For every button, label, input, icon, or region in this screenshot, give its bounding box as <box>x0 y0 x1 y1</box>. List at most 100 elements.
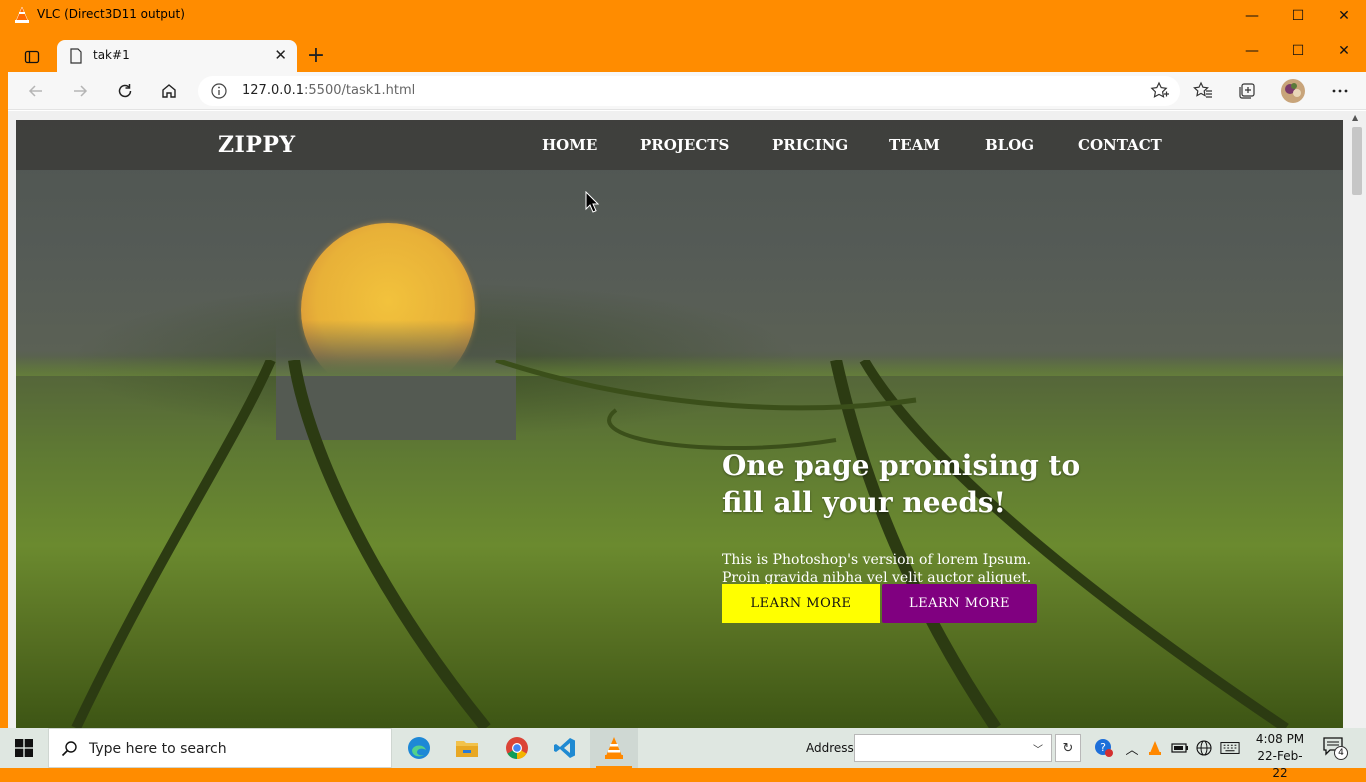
nav-blog[interactable]: BLOG <box>985 136 1034 154</box>
help-tray-icon[interactable]: ? <box>1094 738 1114 758</box>
address-bar[interactable]: 127.0.0.1:5500/task1.html <box>198 76 1180 106</box>
globe-icon <box>1196 740 1212 756</box>
maximize-icon: ☐ <box>1291 7 1305 24</box>
taskbar-address-label: Address <box>806 741 854 755</box>
taskbar-vscode[interactable] <box>541 728 589 768</box>
settings-more-button[interactable] <box>1326 77 1354 105</box>
keyboard-tray-icon[interactable] <box>1220 738 1240 758</box>
chevron-down-icon[interactable]: ﹀ <box>1033 741 1043 756</box>
taskbar-chrome[interactable] <box>493 728 541 768</box>
close-icon: ✕ <box>1338 43 1350 59</box>
vlc-close-button[interactable]: ✕ <box>1321 0 1366 31</box>
browser-toolbar: 127.0.0.1:5500/task1.html <box>8 72 1366 110</box>
windows-logo-icon <box>15 739 33 757</box>
new-tab-button[interactable]: + <box>304 43 328 68</box>
vscode-icon <box>554 738 575 758</box>
tab-strip: tak#1 ✕ + — ☐ ✕ <box>8 31 1366 72</box>
avatar <box>1281 79 1305 103</box>
action-center-button[interactable]: 4 <box>1322 736 1348 760</box>
home-button[interactable] <box>155 77 183 105</box>
field-tracks-image <box>71 360 1289 728</box>
taskbar-address-input[interactable]: ﹀ <box>854 734 1052 762</box>
vlc-logo-icon <box>15 6 29 23</box>
tab-task1[interactable]: tak#1 ✕ <box>57 40 297 72</box>
taskbar-file-explorer[interactable] <box>443 728 491 768</box>
chrome-icon <box>506 737 528 759</box>
browser-maximize-button[interactable]: ☐ <box>1275 37 1321 65</box>
nav-home[interactable]: HOME <box>542 136 597 154</box>
site-logo[interactable]: ZIPPY <box>218 132 296 158</box>
folder-icon <box>456 741 478 757</box>
taskbar-search[interactable]: Type here to search <box>48 728 392 768</box>
vlc-cone-icon <box>605 737 623 759</box>
tab-label: tak#1 <box>93 48 130 62</box>
battery-tray-icon[interactable] <box>1170 738 1190 758</box>
network-tray-icon[interactable] <box>1194 738 1214 758</box>
taskbar-clock[interactable]: 4:08 PM 22-Feb-22 <box>1250 731 1310 782</box>
taskbar-vlc[interactable] <box>590 728 638 768</box>
vlc-window-title: VLC (Direct3D11 output) <box>37 7 185 21</box>
refresh-button[interactable] <box>111 77 139 105</box>
forward-button[interactable] <box>66 77 94 105</box>
add-favorite-icon[interactable] <box>1150 81 1170 101</box>
browser-close-button[interactable]: ✕ <box>1321 37 1366 65</box>
vlc-maximize-button[interactable]: ☐ <box>1275 0 1321 31</box>
clock-time: 4:08 PM <box>1255 732 1305 746</box>
home-icon <box>162 84 176 98</box>
zippy-page: ZIPPY HOME PROJECTS PRICING TEAM BLOG CO… <box>16 120 1343 728</box>
keyboard-icon <box>1220 742 1240 754</box>
minimize-icon: — <box>1245 7 1259 24</box>
tab-actions-icon <box>24 50 40 64</box>
url-text[interactable]: 127.0.0.1:5500/task1.html <box>242 83 415 98</box>
search-placeholder: Type here to search <box>89 741 227 757</box>
more-dots-icon <box>1332 89 1348 93</box>
page-icon <box>70 48 82 64</box>
browser-minimize-button[interactable]: — <box>1229 37 1275 65</box>
help-icon: ? <box>1095 739 1113 757</box>
vlc-title-bar: VLC (Direct3D11 output) — ☐ ✕ <box>0 0 1366 31</box>
nav-team[interactable]: TEAM <box>889 136 940 154</box>
show-hidden-icons[interactable]: ︿ <box>1122 738 1142 758</box>
battery-icon <box>1171 743 1188 753</box>
close-icon: ✕ <box>1338 7 1350 24</box>
mouse-cursor-icon <box>585 191 599 213</box>
tab-close-icon[interactable]: ✕ <box>274 46 287 64</box>
learn-more-yellow-button[interactable]: LEARN MORE <box>722 584 880 623</box>
nav-pricing[interactable]: PRICING <box>772 136 848 154</box>
start-button[interactable] <box>0 728 48 768</box>
nav-contact[interactable]: CONTACT <box>1078 136 1162 154</box>
learn-more-purple-button[interactable]: LEARN MORE <box>882 584 1037 623</box>
clock-date: 22-Feb-22 <box>1257 749 1303 780</box>
back-arrow-icon <box>28 85 42 97</box>
nav-projects[interactable]: PROJECTS <box>640 136 729 154</box>
windows-taskbar: Type here to search Address ﹀ ↻ ? ︿ 4:08… <box>0 728 1366 780</box>
vlc-minimize-button[interactable]: — <box>1229 0 1275 31</box>
forward-arrow-icon <box>74 85 88 97</box>
page-scrollbar[interactable]: ▲ <box>1350 111 1362 728</box>
tab-actions-button[interactable] <box>20 45 44 69</box>
back-button[interactable] <box>22 77 50 105</box>
hero-text: One page promising to fill all your need… <box>722 447 1082 587</box>
profile-button[interactable] <box>1279 77 1307 105</box>
minimize-icon: — <box>1245 43 1259 59</box>
hero-subtitle: This is Photoshop's version of lorem Ips… <box>722 552 1032 586</box>
taskbar-address-refresh[interactable]: ↻ <box>1055 734 1081 762</box>
page-viewport: ZIPPY HOME PROJECTS PRICING TEAM BLOG CO… <box>8 111 1366 728</box>
refresh-icon <box>118 84 132 98</box>
maximize-icon: ☐ <box>1291 43 1305 59</box>
edge-icon <box>408 737 430 759</box>
favorites-button[interactable] <box>1189 77 1217 105</box>
chevron-up-icon: ︿ <box>1125 742 1139 758</box>
browser-window: tak#1 ✕ + — ☐ ✕ 127.0.0.1:5500/task1.htm… <box>8 31 1366 728</box>
hero-title: One page promising to fill all your need… <box>722 449 1081 519</box>
site-info-icon[interactable] <box>210 82 228 100</box>
taskbar-edge[interactable] <box>395 728 443 768</box>
search-icon <box>61 741 77 757</box>
vlc-cone-icon <box>1149 741 1161 755</box>
collections-icon <box>1239 83 1255 99</box>
refresh-icon: ↻ <box>1062 740 1074 756</box>
collections-button[interactable] <box>1233 77 1261 105</box>
scroll-up-icon[interactable]: ▲ <box>1352 113 1358 122</box>
vlc-tray-icon[interactable] <box>1145 738 1165 758</box>
scroll-thumb[interactable] <box>1352 127 1362 195</box>
